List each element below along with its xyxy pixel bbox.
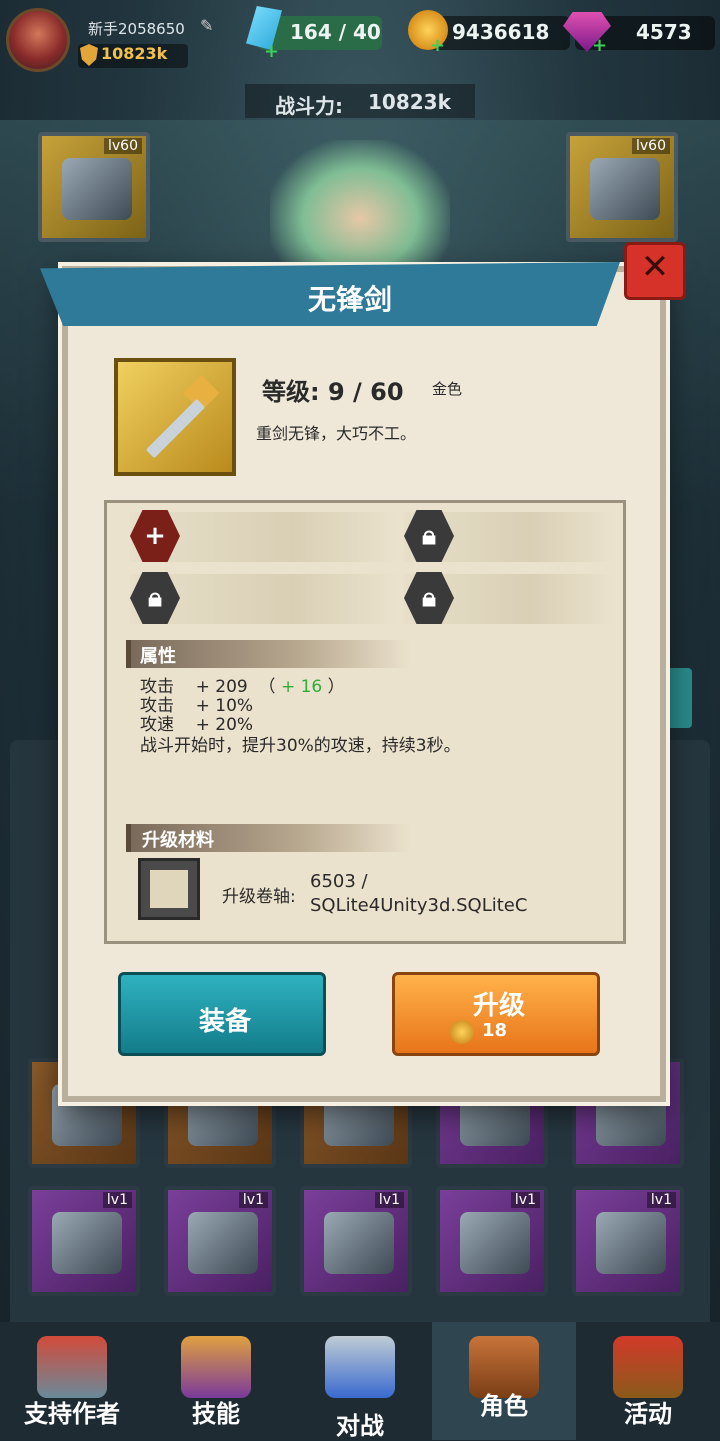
material-value: 6503 / SQLite4Unity3d.SQLiteC: [310, 870, 527, 918]
edit-name-icon[interactable]: ✎: [200, 16, 220, 36]
nav-label: 活动: [624, 1400, 672, 1428]
material-label: 升级卷轴:: [222, 887, 296, 907]
slot-level: lv1: [374, 1192, 404, 1208]
item-quality: 金色: [432, 380, 463, 398]
ring-icon: [324, 1212, 394, 1274]
material-count: 6503 /: [310, 871, 368, 892]
inventory-slot[interactable]: lv1: [572, 1186, 684, 1296]
nav-label: 角色: [480, 1392, 528, 1420]
coin-icon: [450, 1020, 474, 1044]
add-gem-icon[interactable]: +: [592, 37, 608, 55]
slot-level: lv60: [104, 138, 142, 154]
helmet-icon: [590, 158, 660, 220]
upgrade-button[interactable]: 升级: [392, 972, 600, 1056]
armor-icon: [52, 1212, 122, 1274]
nav-battle[interactable]: 对战: [288, 1322, 432, 1440]
item-description: 重剑无锋，大巧不工。: [256, 424, 417, 443]
helmet-icon: [596, 1212, 666, 1274]
materials-title: 升级材料: [142, 830, 214, 851]
skill-description: 战斗开始时，提升30%的攻速，持续3秒。: [140, 736, 461, 756]
close-icon: ✕: [640, 247, 670, 287]
attributes-title: 属性: [140, 646, 176, 667]
combat-power-label: 战斗力:: [275, 94, 343, 118]
attribute-bonus-close: ）: [327, 677, 345, 697]
shop-icon: [37, 1336, 107, 1398]
slot-level: lv1: [646, 1192, 676, 1208]
nav-character[interactable]: 角色: [432, 1322, 576, 1440]
equip-slot-weapon[interactable]: lv60: [38, 132, 150, 242]
gold-value: 9436618: [452, 20, 550, 44]
add-gold-icon[interactable]: +: [430, 37, 446, 55]
inventory-slot[interactable]: lv1: [164, 1186, 276, 1296]
armor-icon: [188, 1212, 258, 1274]
slot-level: lv1: [102, 1192, 132, 1208]
equip-slot-helmet[interactable]: lv60: [566, 132, 678, 242]
upgrade-cost: 18: [482, 1020, 508, 1041]
inventory-slot[interactable]: lv1: [436, 1186, 548, 1296]
equip-button[interactable]: 装备: [118, 972, 326, 1056]
attribute-bonus-open: （: [258, 677, 276, 697]
item-icon-frame: [114, 358, 236, 476]
nav-label: 对战: [336, 1412, 384, 1440]
close-button[interactable]: ✕: [624, 242, 686, 300]
battle-icon: [325, 1336, 395, 1398]
sword-icon: [62, 158, 132, 220]
player-name: 新手2058650: [88, 20, 185, 38]
item-level: 等级: 9 / 60: [262, 378, 404, 406]
attribute-bonus: + 16: [280, 677, 323, 697]
nav-skills[interactable]: 技能: [144, 1322, 288, 1440]
inventory-slot[interactable]: lv1: [28, 1186, 140, 1296]
slot-level: lv1: [510, 1192, 540, 1208]
nav-events[interactable]: 活动: [576, 1322, 720, 1440]
scroll-icon: [150, 870, 188, 908]
top-bar: 新手2058650 ✎ 10823k + 164 / 40 + 9436618 …: [0, 0, 720, 80]
hero-character: [270, 140, 450, 270]
gem-value: 4573: [636, 20, 692, 44]
item-name: 无锋剑: [307, 283, 392, 316]
player-avatar[interactable]: [6, 8, 70, 72]
event-icon: [613, 1336, 683, 1398]
slot-level: lv1: [238, 1192, 268, 1208]
energy-value: 164 / 40: [290, 20, 381, 44]
equip-button-label: 装备: [198, 1007, 251, 1037]
material-required: SQLite4Unity3d.SQLiteC: [310, 895, 528, 916]
inventory-slot[interactable]: lv1: [300, 1186, 412, 1296]
upgrade-button-label: 升级: [472, 991, 525, 1021]
nav-label: 技能: [192, 1400, 240, 1428]
player-power: 10823k: [101, 44, 168, 63]
combat-power-value: 10823k: [368, 90, 451, 114]
add-energy-icon[interactable]: +: [264, 43, 280, 61]
skill-icon: [181, 1336, 251, 1398]
nav-support-author[interactable]: 支持作者: [0, 1322, 144, 1440]
slot-level: lv60: [632, 138, 670, 154]
nav-label: 支持作者: [24, 1400, 120, 1428]
ring-icon: [460, 1212, 530, 1274]
